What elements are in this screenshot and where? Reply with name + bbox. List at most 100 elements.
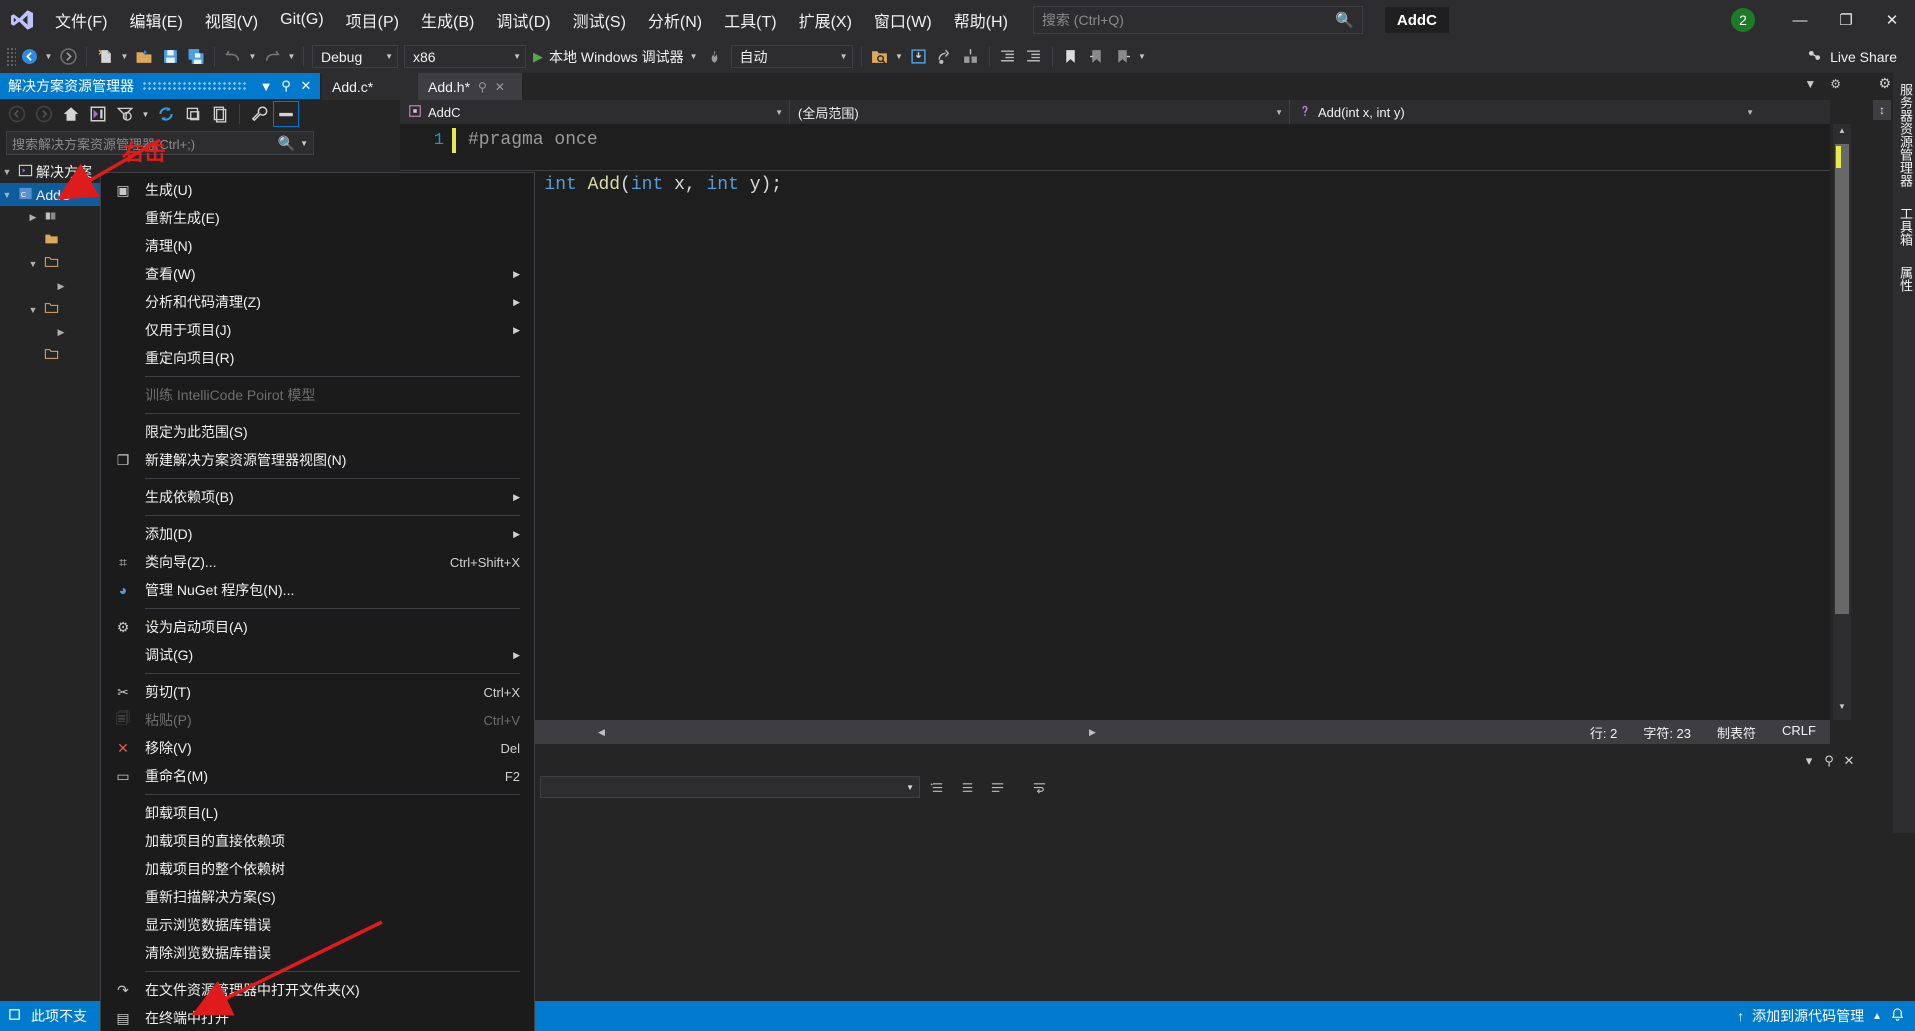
live-share-button[interactable]: Live Share	[1806, 48, 1915, 65]
collapse-all-icon[interactable]	[180, 101, 206, 127]
expander-icon[interactable]: ▼	[26, 259, 40, 269]
tab-close-icon[interactable]: ✕	[495, 80, 505, 94]
code-editor[interactable]: 1 #pragma once int Add(int x, int y);	[400, 124, 1830, 720]
panel-close-icon[interactable]: ✕	[296, 78, 316, 94]
editor-settings-gear-icon[interactable]: ⚙	[1830, 77, 1841, 91]
menu-item-9[interactable]: 工具(T)	[713, 0, 787, 40]
close-button[interactable]: ✕	[1869, 0, 1915, 40]
step-out-icon[interactable]	[958, 44, 984, 70]
navbar-project-select[interactable]: AddC ▼	[400, 100, 790, 124]
context-menu-item-30[interactable]: 重新扫描解决方案(S)	[101, 883, 534, 911]
menu-item-6[interactable]: 调试(D)	[485, 0, 561, 40]
context-menu-item-17[interactable]: ◕ 管理 NuGet 程序包(N)...	[101, 576, 534, 604]
home-icon[interactable]	[58, 101, 84, 127]
context-menu-item-25[interactable]: ▭ 重命名(M) F2	[101, 762, 534, 790]
show-all-files-icon[interactable]	[207, 101, 233, 127]
start-debugging-button[interactable]: ▶ 本地 Windows 调试器 ▼	[529, 44, 702, 70]
context-menu-item-13[interactable]: 生成依赖项(B) ▶	[101, 483, 534, 511]
context-menu-item-10[interactable]: 限定为此范围(S)	[101, 418, 534, 446]
minimize-button[interactable]: —	[1777, 0, 1823, 40]
context-menu-item-24[interactable]: ✕ 移除(V) Del	[101, 734, 534, 762]
se-search-dropdown-icon[interactable]: ▼	[295, 139, 308, 148]
expander-icon[interactable]: ▶	[26, 212, 40, 223]
menu-item-4[interactable]: 项目(P)	[335, 0, 410, 40]
context-menu-item-1[interactable]: 重新生成(E)	[101, 204, 534, 232]
output-source-select[interactable]: ▼	[540, 776, 920, 798]
panel-menu-chevron-icon[interactable]: ▼	[256, 79, 276, 94]
output-go-to-next-icon[interactable]	[954, 776, 980, 798]
toolbar-overflow-icon[interactable]: ▼	[1136, 44, 1149, 70]
scrollbar-thumb[interactable]	[1835, 144, 1849, 614]
output-go-to-previous-icon[interactable]	[924, 776, 950, 798]
scroll-up-icon[interactable]: ▲	[1833, 126, 1851, 142]
context-menu-item-4[interactable]: 分析和代码清理(Z) ▶	[101, 288, 534, 316]
navbar-member-select[interactable]: Add(int x, int y) ▼	[1290, 100, 1760, 124]
context-menu-item-6[interactable]: 重定向项目(R)	[101, 344, 534, 372]
right-tab-server-explorer[interactable]: 服务器资源管理器	[1893, 73, 1915, 197]
context-menu-item-20[interactable]: 调试(G) ▶	[101, 641, 534, 669]
expander-icon[interactable]: ▼	[0, 167, 14, 177]
debug-target-select[interactable]: 自动 ▼	[730, 45, 853, 68]
previous-bookmark-icon[interactable]	[1084, 44, 1110, 70]
next-bookmark-icon[interactable]	[1110, 44, 1136, 70]
notifications-bell-icon[interactable]	[1890, 1007, 1905, 1025]
indent-decrease-icon[interactable]	[995, 44, 1021, 70]
back-icon[interactable]	[4, 101, 30, 127]
panel-drag-handle[interactable]	[142, 81, 248, 91]
indent-increase-icon[interactable]	[1021, 44, 1047, 70]
right-tab-toolbox[interactable]: 工具箱	[1893, 197, 1915, 256]
editor-vertical-scrollbar[interactable]: ▲ ▼	[1833, 124, 1851, 720]
hot-reload-icon[interactable]	[702, 44, 728, 70]
add-to-source-control-label[interactable]: 添加到源代码管理	[1752, 1006, 1864, 1026]
context-menu-item-27[interactable]: 卸载项目(L)	[101, 799, 534, 827]
menu-bar[interactable]: 文件(F) 编辑(E) 视图(V) Git(G) 项目(P) 生成(B) 调试(D) 测试(S…	[44, 0, 1019, 40]
menu-item-10[interactable]: 扩展(X)	[788, 0, 863, 40]
undo-icon[interactable]	[220, 44, 246, 70]
filter-dropdown-icon[interactable]: ▼	[139, 101, 152, 127]
output-toggle-wordwrap-icon[interactable]	[1026, 776, 1052, 798]
menu-item-7[interactable]: 测试(S)	[562, 0, 637, 40]
output-clear-all-icon[interactable]	[984, 776, 1010, 798]
expander-icon[interactable]: ▼	[26, 305, 40, 315]
context-menu-item-2[interactable]: 清理(N)	[101, 232, 534, 260]
context-menu-item-5[interactable]: 仅用于项目(J) ▶	[101, 316, 534, 344]
solution-configuration-select[interactable]: Debug ▼	[312, 45, 398, 68]
menu-item-11[interactable]: 窗口(W)	[863, 0, 943, 40]
navigate-backward-dropdown-icon[interactable]: ▼	[42, 44, 55, 70]
expander-icon[interactable]: ▶	[54, 327, 68, 338]
output-pane-close-icon[interactable]: ✕	[1839, 753, 1859, 769]
forward-icon[interactable]	[31, 101, 57, 127]
right-panel-gear-icon[interactable]: ⚙	[1878, 75, 1891, 92]
editor-tab-list-chevron-icon[interactable]: ▼	[1804, 77, 1816, 91]
save-icon[interactable]	[157, 44, 183, 70]
solution-platform-select[interactable]: x86 ▼	[404, 45, 526, 68]
redo-icon[interactable]	[259, 44, 285, 70]
context-menu-item-19[interactable]: ⚙ 设为启动项目(A)	[101, 613, 534, 641]
right-tab-properties[interactable]: 属性	[1893, 256, 1915, 302]
menu-item-2[interactable]: 视图(V)	[194, 0, 269, 40]
search-folder-icon[interactable]	[867, 44, 893, 70]
menu-item-5[interactable]: 生成(B)	[410, 0, 485, 40]
context-menu-item-31[interactable]: 显示浏览数据库错误	[101, 911, 534, 939]
editor-tab-add-c[interactable]: Add.c*	[322, 73, 418, 100]
expander-icon[interactable]: ▶	[54, 281, 68, 292]
output-pane-chevron-icon[interactable]: ▾	[1799, 753, 1819, 769]
open-file-icon[interactable]	[131, 44, 157, 70]
switch-views-icon[interactable]	[85, 101, 111, 127]
restore-button[interactable]: ❐	[1823, 0, 1869, 40]
context-menu-item-32[interactable]: 清除浏览数据库错误	[101, 939, 534, 967]
menu-item-1[interactable]: 编辑(E)	[118, 0, 193, 40]
properties-wrench-icon[interactable]	[246, 101, 272, 127]
navigate-backward-icon[interactable]	[16, 44, 42, 70]
context-menu-item-0[interactable]: ▣ 生成(U)	[101, 176, 534, 204]
context-menu-item-16[interactable]: ⌗ 类向导(Z)... Ctrl+Shift+X	[101, 548, 534, 576]
issue-next-icon[interactable]: ▶	[1089, 727, 1106, 738]
bookmark-icon[interactable]	[1058, 44, 1084, 70]
context-menu-item-29[interactable]: 加载项目的整个依赖树	[101, 855, 534, 883]
save-all-icon[interactable]	[183, 44, 209, 70]
step-over-icon[interactable]	[932, 44, 958, 70]
context-menu-item-28[interactable]: 加载项目的直接依赖项	[101, 827, 534, 855]
scroll-down-icon[interactable]: ▼	[1833, 702, 1851, 718]
code-text-area[interactable]: #pragma once int Add(int x, int y);	[458, 124, 1830, 720]
menu-item-3[interactable]: Git(G)	[269, 0, 335, 40]
